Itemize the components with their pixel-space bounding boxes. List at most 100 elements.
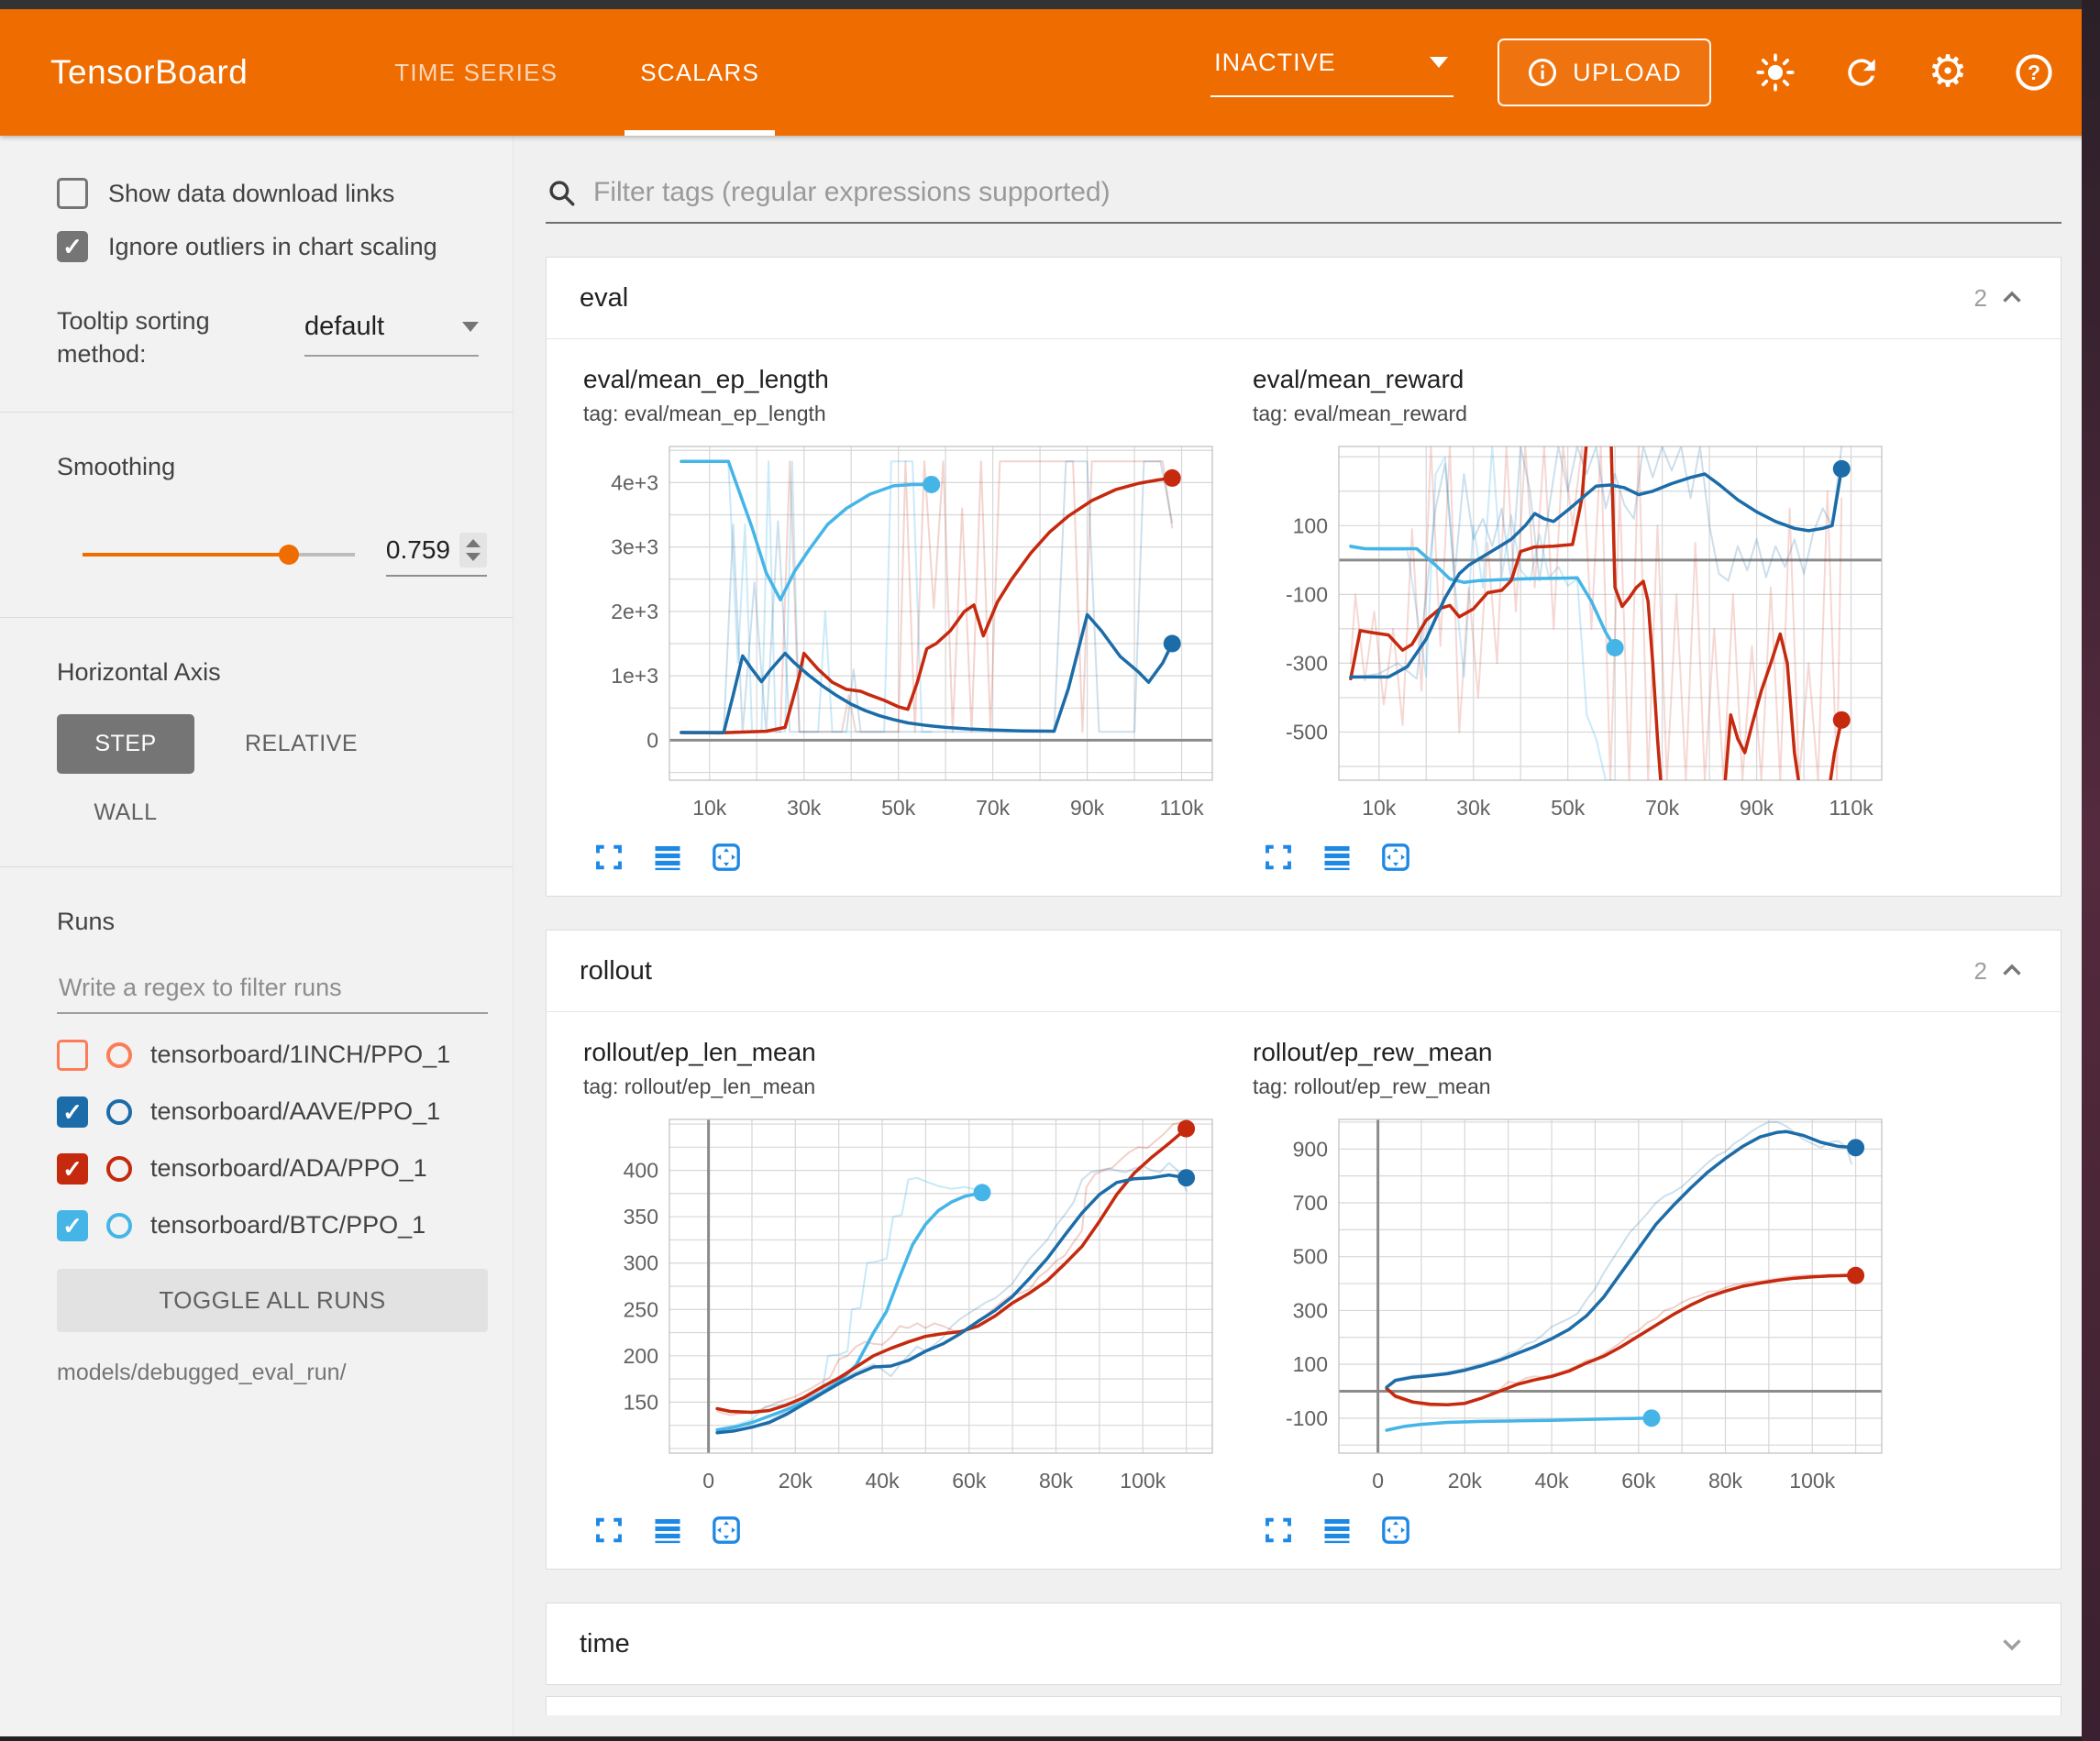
section-count: 2 [1974,284,1987,313]
header-actions: INACTIVE UPLOAD ⚙ ? [1210,39,2056,106]
expand-section-icon[interactable] [1996,1628,2028,1659]
run-row-aave[interactable]: ✓ tensorboard/AAVE/PPO_1 [57,1096,487,1128]
tab-scalars[interactable]: SCALARS [599,9,801,136]
expand-chart-icon[interactable] [1262,841,1295,874]
runs-table-icon[interactable] [1321,841,1354,874]
expand-chart-icon[interactable] [592,1514,625,1547]
chart-plot[interactable]: 10k30k50k70k90k110k100-100-300-500 [1253,437,1895,830]
collapse-section-icon[interactable] [1996,282,2028,314]
section-header-rollout[interactable]: rollout 2 [547,931,2061,1012]
chart-eval-mean-reward: eval/mean_reward tag: eval/mean_reward 1… [1253,365,1895,874]
svg-text:50k: 50k [881,796,916,820]
run-checkbox[interactable]: ✓ [57,1210,88,1241]
tag-filter-input[interactable] [591,176,2061,209]
upload-button[interactable]: UPLOAD [1498,39,1711,106]
section-card-partial [546,1696,2061,1715]
chart-tag: tag: rollout/ep_len_mean [583,1074,1225,1099]
stepper-down-icon[interactable] [466,553,481,561]
ignore-outliers-row[interactable]: ✓ Ignore outliers in chart scaling [57,231,487,262]
svg-text:4e+3: 4e+3 [611,470,658,494]
run-checkbox[interactable]: ✓ [57,1153,88,1185]
desktop-edge [2082,0,2100,1741]
smoothing-value-box[interactable]: 0.759 [386,533,487,577]
fit-domain-icon[interactable] [1379,841,1412,874]
chart-plot[interactable]: 020k40k60k80k100k-100100300500700900 [1253,1110,1895,1503]
run-row-btc[interactable]: ✓ tensorboard/BTC/PPO_1 [57,1210,487,1241]
svg-text:900: 900 [1293,1137,1328,1161]
svg-text:60k: 60k [1621,1469,1656,1493]
svg-text:100: 100 [1293,513,1328,537]
check-icon: ✓ [62,1157,83,1181]
axis-option-relative[interactable]: RELATIVE [245,731,487,757]
stepper-up-icon[interactable] [466,539,481,547]
svg-text:110k: 110k [1829,796,1873,820]
toggle-all-runs-button[interactable]: TOGGLE ALL RUNS [57,1269,488,1332]
runs-filter-input[interactable] [57,973,492,1003]
horizontal-axis-label: Horizontal Axis [57,658,487,687]
slider-knob[interactable] [279,545,299,565]
check-icon: ✓ [62,235,83,259]
show-download-links-row[interactable]: ✓ Show data download links [57,178,487,209]
dashboard-main: eval 2 eval/mean_ep_length tag: eval/mea… [514,136,2082,1736]
svg-text:10k: 10k [1362,796,1397,820]
fit-domain-icon[interactable] [710,841,743,874]
status-dropdown[interactable]: INACTIVE [1210,49,1453,97]
charts-row: eval/mean_ep_length tag: eval/mean_ep_le… [547,339,2061,896]
runs-table-icon[interactable] [1321,1514,1354,1547]
settings-icon[interactable]: ⚙ [1926,50,1970,94]
expand-chart-icon[interactable] [1262,1514,1295,1547]
run-row-1inch[interactable]: ✓ tensorboard/1INCH/PPO_1 [57,1040,487,1071]
svg-text:70k: 70k [1645,796,1680,820]
section-card-rollout: rollout 2 rollout/ep_len_mean tag: rollo… [546,930,2061,1570]
section-header-eval[interactable]: eval 2 [547,258,2061,339]
chart-tag: tag: eval/mean_ep_length [583,402,1225,426]
runs-table-icon[interactable] [651,1514,684,1547]
fit-domain-icon[interactable] [710,1514,743,1547]
section-name: eval [580,283,628,314]
chart-toolbar [583,841,1225,874]
svg-text:20k: 20k [1448,1469,1483,1493]
chart-rollout-ep-rew-mean: rollout/ep_rew_mean tag: rollout/ep_rew_… [1253,1038,1895,1547]
svg-text:80k: 80k [1708,1469,1743,1493]
run-color-icon [106,1099,132,1125]
chart-rollout-ep-len-mean: rollout/ep_len_mean tag: rollout/ep_len_… [583,1038,1225,1547]
brightness-icon[interactable] [1753,50,1797,94]
refresh-icon[interactable] [1840,50,1884,94]
chart-toolbar [1253,841,1895,874]
tab-time-series[interactable]: TIME SERIES [353,9,599,136]
info-icon [1527,57,1558,88]
section-card-time: time [546,1603,2061,1685]
status-label: INACTIVE [1214,49,1336,77]
run-row-ada[interactable]: ✓ tensorboard/ADA/PPO_1 [57,1153,487,1185]
axis-option-wall[interactable]: WALL [57,799,194,826]
help-icon[interactable]: ? [2012,50,2056,94]
smoothing-slider[interactable] [83,553,355,556]
run-checkbox[interactable]: ✓ [57,1096,88,1128]
collapse-section-icon[interactable] [1996,955,2028,986]
app-header: TensorBoard TIME SERIES SCALARS INACTIVE… [0,9,2100,136]
chart-plot[interactable]: 10k30k50k70k90k110k01e+32e+33e+34e+3 [583,437,1225,830]
svg-text:110k: 110k [1159,796,1204,820]
svg-text:100k: 100k [1789,1469,1835,1493]
search-icon [546,177,577,208]
runs-table-icon[interactable] [651,841,684,874]
svg-text:200: 200 [624,1344,658,1368]
svg-text:-100: -100 [1286,582,1328,606]
smoothing-stepper[interactable] [459,533,487,567]
chart-title: rollout/ep_rew_mean [1253,1038,1895,1067]
svg-text:70k: 70k [976,796,1011,820]
run-checkbox[interactable]: ✓ [57,1040,88,1071]
axis-option-step[interactable]: STEP [57,714,194,774]
window-top-border [0,0,2100,9]
svg-text:?: ? [2028,61,2040,84]
smoothing-label: Smoothing [57,453,487,481]
horizontal-axis-options: STEP RELATIVE WALL [57,714,487,826]
expand-chart-icon[interactable] [592,841,625,874]
show-download-links-checkbox[interactable]: ✓ [57,178,88,209]
fit-domain-icon[interactable] [1379,1514,1412,1547]
chart-plot[interactable]: 020k40k60k80k100k150200250300350400 [583,1110,1225,1503]
ignore-outliers-checkbox[interactable]: ✓ [57,231,88,262]
tooltip-sorting-select[interactable]: default [304,312,479,357]
svg-text:40k: 40k [1535,1469,1570,1493]
section-header-time[interactable]: time [547,1603,2061,1684]
